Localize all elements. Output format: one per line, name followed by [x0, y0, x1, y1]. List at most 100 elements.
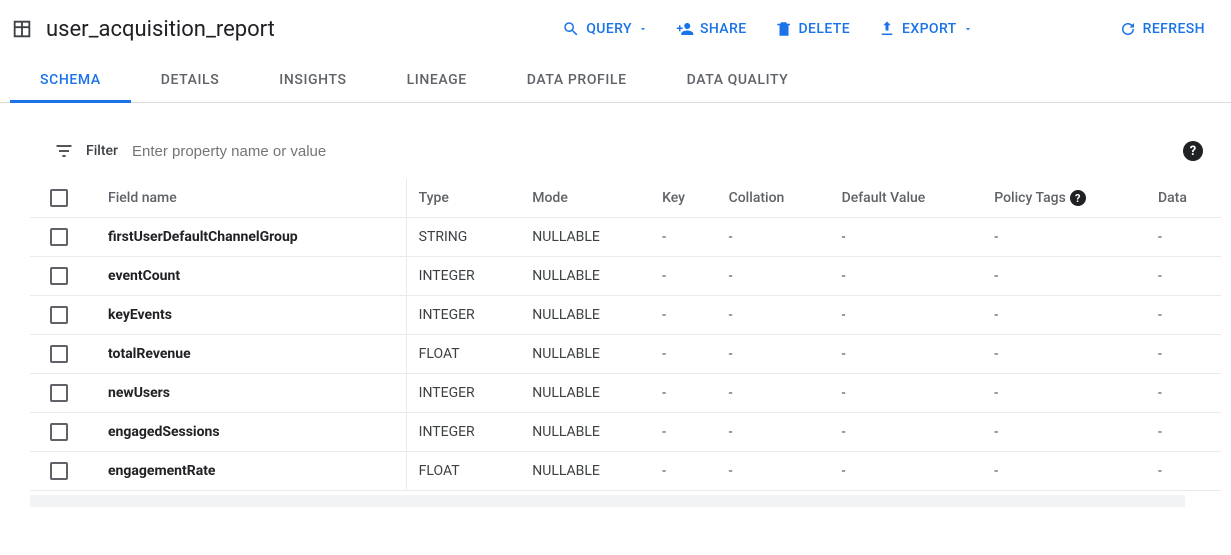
- cell-key: -: [650, 413, 717, 452]
- cell-mode: NULLABLE: [520, 374, 650, 413]
- cell-mode: NULLABLE: [520, 296, 650, 335]
- schema-panel: Filter ? Field name Type Mode Key Collat…: [0, 103, 1231, 507]
- export-label: EXPORT: [902, 21, 957, 37]
- cell-collation: -: [717, 335, 830, 374]
- help-icon[interactable]: ?: [1070, 190, 1086, 206]
- table-row: firstUserDefaultChannelGroupSTRINGNULLAB…: [30, 218, 1221, 257]
- cell-policy-tags: -: [982, 452, 1146, 491]
- share-button[interactable]: SHARE: [666, 12, 757, 46]
- tab-insights[interactable]: INSIGHTS: [249, 58, 376, 102]
- col-policy-tags[interactable]: Policy Tags?: [982, 179, 1146, 218]
- table-row: totalRevenueFLOATNULLABLE-----: [30, 335, 1221, 374]
- tab-dataquality[interactable]: DATA QUALITY: [657, 58, 819, 102]
- cell-key: -: [650, 218, 717, 257]
- refresh-icon: [1119, 20, 1137, 38]
- table-row: engagedSessionsINTEGERNULLABLE-----: [30, 413, 1221, 452]
- cell-policy-tags: -: [982, 218, 1146, 257]
- cell-type: STRING: [406, 218, 520, 257]
- cell-data: -: [1146, 413, 1221, 452]
- col-data[interactable]: Data: [1146, 179, 1221, 218]
- tab-dataprofile[interactable]: DATA PROFILE: [497, 58, 657, 102]
- horizontal-scrollbar[interactable]: [30, 495, 1185, 507]
- row-checkbox[interactable]: [50, 228, 68, 246]
- trash-icon: [775, 20, 793, 38]
- table-row: keyEventsINTEGERNULLABLE-----: [30, 296, 1221, 335]
- schema-table: Field name Type Mode Key Collation Defau…: [30, 179, 1221, 507]
- cell-policy-tags: -: [982, 296, 1146, 335]
- cell-field-name: engagedSessions: [80, 413, 406, 452]
- cell-default-value: -: [830, 413, 983, 452]
- cell-policy-tags: -: [982, 413, 1146, 452]
- col-mode[interactable]: Mode: [520, 179, 650, 218]
- export-button[interactable]: EXPORT: [868, 12, 983, 46]
- cell-data: -: [1146, 452, 1221, 491]
- cell-key: -: [650, 452, 717, 491]
- share-label: SHARE: [700, 21, 747, 37]
- cell-type: FLOAT: [406, 452, 520, 491]
- cell-field-name: keyEvents: [80, 296, 406, 335]
- col-key[interactable]: Key: [650, 179, 717, 218]
- table-row: eventCountINTEGERNULLABLE-----: [30, 257, 1221, 296]
- person-add-icon: [676, 20, 694, 38]
- filter-label: Filter: [86, 143, 118, 159]
- cell-mode: NULLABLE: [520, 413, 650, 452]
- page-title: user_acquisition_report: [46, 17, 275, 42]
- toolbar: QUERY SHARE DELETE EXPORT REFRESH: [552, 12, 1215, 46]
- cell-mode: NULLABLE: [520, 257, 650, 296]
- query-button[interactable]: QUERY: [552, 12, 658, 46]
- select-all-checkbox[interactable]: [50, 189, 68, 207]
- cell-mode: NULLABLE: [520, 218, 650, 257]
- row-checkbox[interactable]: [50, 423, 68, 441]
- cell-collation: -: [717, 257, 830, 296]
- cell-collation: -: [717, 218, 830, 257]
- filter-input[interactable]: [130, 142, 1171, 161]
- chevron-down-icon: [963, 24, 973, 34]
- row-checkbox[interactable]: [50, 306, 68, 324]
- table-row: newUsersINTEGERNULLABLE-----: [30, 374, 1221, 413]
- cell-default-value: -: [830, 257, 983, 296]
- row-checkbox[interactable]: [50, 267, 68, 285]
- cell-data: -: [1146, 218, 1221, 257]
- cell-type: FLOAT: [406, 335, 520, 374]
- header: user_acquisition_report QUERY SHARE DELE…: [0, 0, 1231, 58]
- filter-icon: [54, 141, 74, 161]
- cell-field-name: totalRevenue: [80, 335, 406, 374]
- row-checkbox[interactable]: [50, 384, 68, 402]
- cell-data: -: [1146, 335, 1221, 374]
- cell-default-value: -: [830, 296, 983, 335]
- cell-key: -: [650, 257, 717, 296]
- cell-data: -: [1146, 296, 1221, 335]
- cell-field-name: newUsers: [80, 374, 406, 413]
- cell-default-value: -: [830, 335, 983, 374]
- cell-data: -: [1146, 374, 1221, 413]
- table-icon: [10, 17, 34, 41]
- refresh-label: REFRESH: [1143, 21, 1205, 37]
- cell-field-name: firstUserDefaultChannelGroup: [80, 218, 406, 257]
- cell-collation: -: [717, 452, 830, 491]
- cell-type: INTEGER: [406, 296, 520, 335]
- cell-policy-tags: -: [982, 257, 1146, 296]
- col-collation[interactable]: Collation: [717, 179, 830, 218]
- tab-schema[interactable]: SCHEMA: [10, 58, 131, 102]
- tab-lineage[interactable]: LINEAGE: [377, 58, 497, 102]
- refresh-button[interactable]: REFRESH: [1109, 12, 1215, 46]
- table-row: engagementRateFLOATNULLABLE-----: [30, 452, 1221, 491]
- search-icon: [562, 20, 580, 38]
- tab-details[interactable]: DETAILS: [131, 58, 250, 102]
- delete-button[interactable]: DELETE: [765, 12, 861, 46]
- cell-default-value: -: [830, 218, 983, 257]
- cell-type: INTEGER: [406, 374, 520, 413]
- col-field-name[interactable]: Field name: [80, 179, 406, 218]
- help-icon[interactable]: ?: [1183, 141, 1203, 161]
- cell-mode: NULLABLE: [520, 335, 650, 374]
- col-type[interactable]: Type: [406, 179, 520, 218]
- col-default-value[interactable]: Default Value: [830, 179, 983, 218]
- cell-type: INTEGER: [406, 413, 520, 452]
- row-checkbox[interactable]: [50, 345, 68, 363]
- row-checkbox[interactable]: [50, 462, 68, 480]
- cell-key: -: [650, 335, 717, 374]
- cell-key: -: [650, 296, 717, 335]
- cell-collation: -: [717, 413, 830, 452]
- filter-row: Filter ?: [30, 133, 1221, 179]
- cell-field-name: engagementRate: [80, 452, 406, 491]
